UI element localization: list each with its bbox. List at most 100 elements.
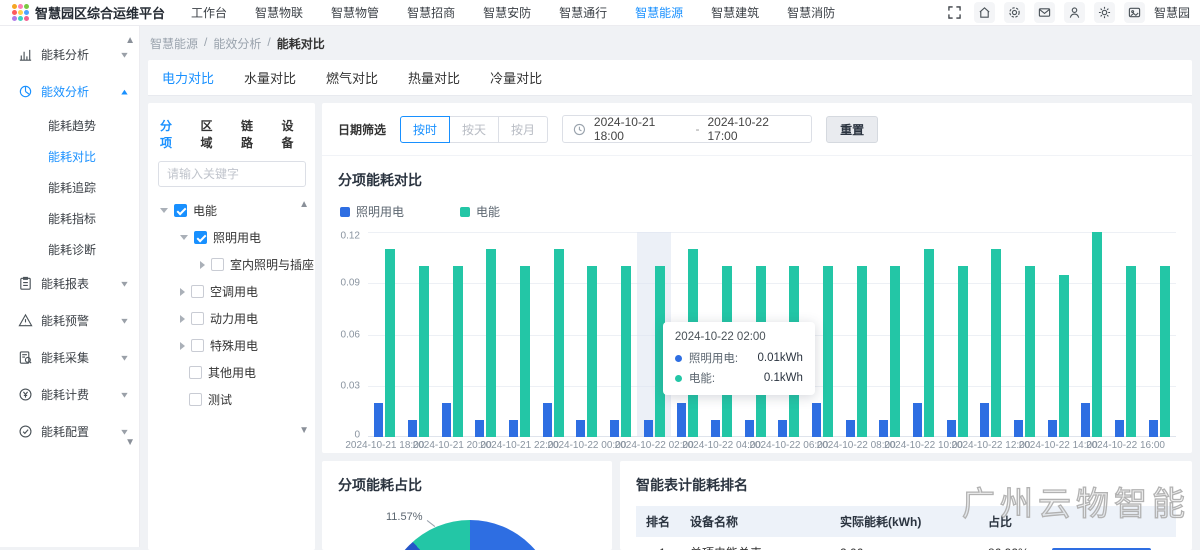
home-icon[interactable] <box>974 2 995 23</box>
bar-group[interactable] <box>839 232 873 437</box>
checkbox-unchecked[interactable] <box>189 393 202 406</box>
user-icon[interactable] <box>1064 2 1085 23</box>
sidebar-item-energy-billing[interactable]: 能耗计费 ▼ <box>0 376 139 413</box>
checkbox-unchecked[interactable] <box>189 366 202 379</box>
bar-group[interactable] <box>1075 232 1109 437</box>
nav-item-energy[interactable]: 智慧能源 <box>635 4 683 21</box>
bar-group[interactable] <box>907 232 941 437</box>
tree-scroll-down-icon[interactable]: ▼ <box>299 425 309 436</box>
sidebar-item-energy-config[interactable]: 能耗配置 ▼ <box>0 413 139 450</box>
checkbox-checked[interactable] <box>174 204 187 217</box>
mode-by-day-button[interactable]: 按天 <box>449 116 499 143</box>
nav-item-building[interactable]: 智慧建筑 <box>711 4 759 21</box>
tree-node-power[interactable]: 动力用电 <box>158 305 307 332</box>
caret-closed-icon[interactable] <box>200 261 205 269</box>
sidebar-scroll-down-icon[interactable]: ▼ <box>125 438 135 448</box>
nav-item-security[interactable]: 智慧安防 <box>483 4 531 21</box>
caret-closed-icon[interactable] <box>180 342 185 350</box>
tab-heat-compare[interactable]: 热量对比 <box>408 68 460 87</box>
bar-group[interactable] <box>604 232 638 437</box>
sidebar-item-energy-trend[interactable]: 能耗趋势 <box>0 110 139 141</box>
sidebar-item-energy-analysis[interactable]: 能耗分析 ▼ <box>0 36 139 73</box>
sidebar-item-energy-index[interactable]: 能耗指标 <box>0 203 139 234</box>
table-row[interactable]: 1 单项电能总表 2.06 86.92% <box>636 537 1176 550</box>
breadcrumb-item[interactable]: 智慧能源 <box>150 35 198 52</box>
tree-node-indoor-lighting[interactable]: 室内照明与插座 <box>158 251 307 278</box>
bar-group[interactable] <box>536 232 570 437</box>
bar-group[interactable] <box>402 232 436 437</box>
nav-item-iot[interactable]: 智慧物联 <box>255 4 303 21</box>
bar-group[interactable] <box>570 232 604 437</box>
pie-chart[interactable] <box>384 520 556 550</box>
nav-item-workbench[interactable]: 工作台 <box>191 4 227 21</box>
energy-value: 2.06 <box>840 546 988 550</box>
chevron-down-icon: ▼ <box>119 279 130 288</box>
tab-gas-compare[interactable]: 燃气对比 <box>326 68 378 87</box>
reset-button[interactable]: 重置 <box>826 116 878 143</box>
mail-icon[interactable] <box>1034 2 1055 23</box>
bar-group[interactable] <box>1142 232 1176 437</box>
legend-item-lighting[interactable]: 照明用电 <box>340 203 404 220</box>
date-range-picker[interactable]: 2024-10-21 18:00 - 2024-10-22 17:00 <box>562 115 812 143</box>
sidebar-item-energy-report[interactable]: 能耗报表 ▼ <box>0 265 139 302</box>
sidebar-item-efficiency-analysis[interactable]: 能效分析 ▲ <box>0 73 139 110</box>
bar-group[interactable] <box>469 232 503 437</box>
bar-group[interactable] <box>1109 232 1143 437</box>
tab-water-compare[interactable]: 水量对比 <box>244 68 296 87</box>
sidebar-item-energy-diagnosis[interactable]: 能耗诊断 <box>0 234 139 265</box>
tree-node-special[interactable]: 特殊用电 <box>158 332 307 359</box>
tree-tab-device[interactable]: 设备 <box>282 117 306 151</box>
caret-closed-icon[interactable] <box>180 288 185 296</box>
topbar-user-label[interactable]: 智慧园 <box>1154 4 1190 21</box>
checkbox-checked[interactable] <box>194 231 207 244</box>
checkbox-unchecked[interactable] <box>191 339 204 352</box>
y-tick-label: 0.09 <box>341 278 360 289</box>
sidebar-item-energy-trace[interactable]: 能耗追踪 <box>0 172 139 203</box>
image-icon[interactable] <box>1124 2 1145 23</box>
bar-group[interactable] <box>368 232 402 437</box>
bar-group[interactable] <box>940 232 974 437</box>
checkbox-unchecked[interactable] <box>191 285 204 298</box>
tree-tab-link[interactable]: 链路 <box>241 117 265 151</box>
nav-item-property[interactable]: 智慧物管 <box>331 4 379 21</box>
tree-node-test[interactable]: 测试 <box>158 386 307 413</box>
tab-cooling-compare[interactable]: 冷量对比 <box>490 68 542 87</box>
bar-group[interactable] <box>1041 232 1075 437</box>
fullscreen-icon[interactable] <box>944 2 965 23</box>
date-start-value: 2024-10-21 18:00 <box>594 115 688 143</box>
tree-scroll-up-icon[interactable]: ▲ <box>299 199 309 210</box>
gear-icon[interactable] <box>1004 2 1025 23</box>
tree-node-lighting[interactable]: 照明用电 <box>158 224 307 251</box>
nav-item-access[interactable]: 智慧通行 <box>559 4 607 21</box>
tree-search-input[interactable] <box>158 161 306 187</box>
legend-item-electric[interactable]: 电能 <box>460 203 500 220</box>
tab-electricity-compare[interactable]: 电力对比 <box>162 68 214 87</box>
breadcrumb-separator: / <box>267 35 270 52</box>
bar-group[interactable] <box>435 232 469 437</box>
mode-by-hour-button[interactable]: 按时 <box>400 116 450 143</box>
tree-node-other[interactable]: 其他用电 <box>158 359 307 386</box>
checkbox-unchecked[interactable] <box>191 312 204 325</box>
bar-group[interactable] <box>873 232 907 437</box>
bar-group[interactable] <box>974 232 1008 437</box>
nav-item-fire[interactable]: 智慧消防 <box>787 4 835 21</box>
breadcrumb-item[interactable]: 能效分析 <box>213 35 261 52</box>
tree-tab-region[interactable]: 区域 <box>201 117 225 151</box>
sidebar-item-energy-alarm[interactable]: 能耗预警 ▼ <box>0 302 139 339</box>
caret-open-icon[interactable] <box>180 235 188 240</box>
tree-node-electric[interactable]: 电能 <box>158 197 307 224</box>
caret-closed-icon[interactable] <box>180 315 185 323</box>
mode-by-month-button[interactable]: 按月 <box>498 116 548 143</box>
nav-item-leasing[interactable]: 智慧招商 <box>407 4 455 21</box>
checkbox-unchecked[interactable] <box>211 258 224 271</box>
chart-legend: 照明用电 电能 <box>340 203 1176 220</box>
bar-group[interactable] <box>1008 232 1042 437</box>
sun-icon[interactable] <box>1094 2 1115 23</box>
tree-node-hvac[interactable]: 空调用电 <box>158 278 307 305</box>
bar-group[interactable] <box>503 232 537 437</box>
sidebar-item-energy-compare[interactable]: 能耗对比 <box>0 141 139 172</box>
sidebar-scroll-up-icon[interactable]: ▲ <box>125 36 135 46</box>
caret-open-icon[interactable] <box>160 208 168 213</box>
tree-tab-subitem[interactable]: 分项 <box>160 117 184 151</box>
sidebar-item-energy-collection[interactable]: 能耗采集 ▼ <box>0 339 139 376</box>
